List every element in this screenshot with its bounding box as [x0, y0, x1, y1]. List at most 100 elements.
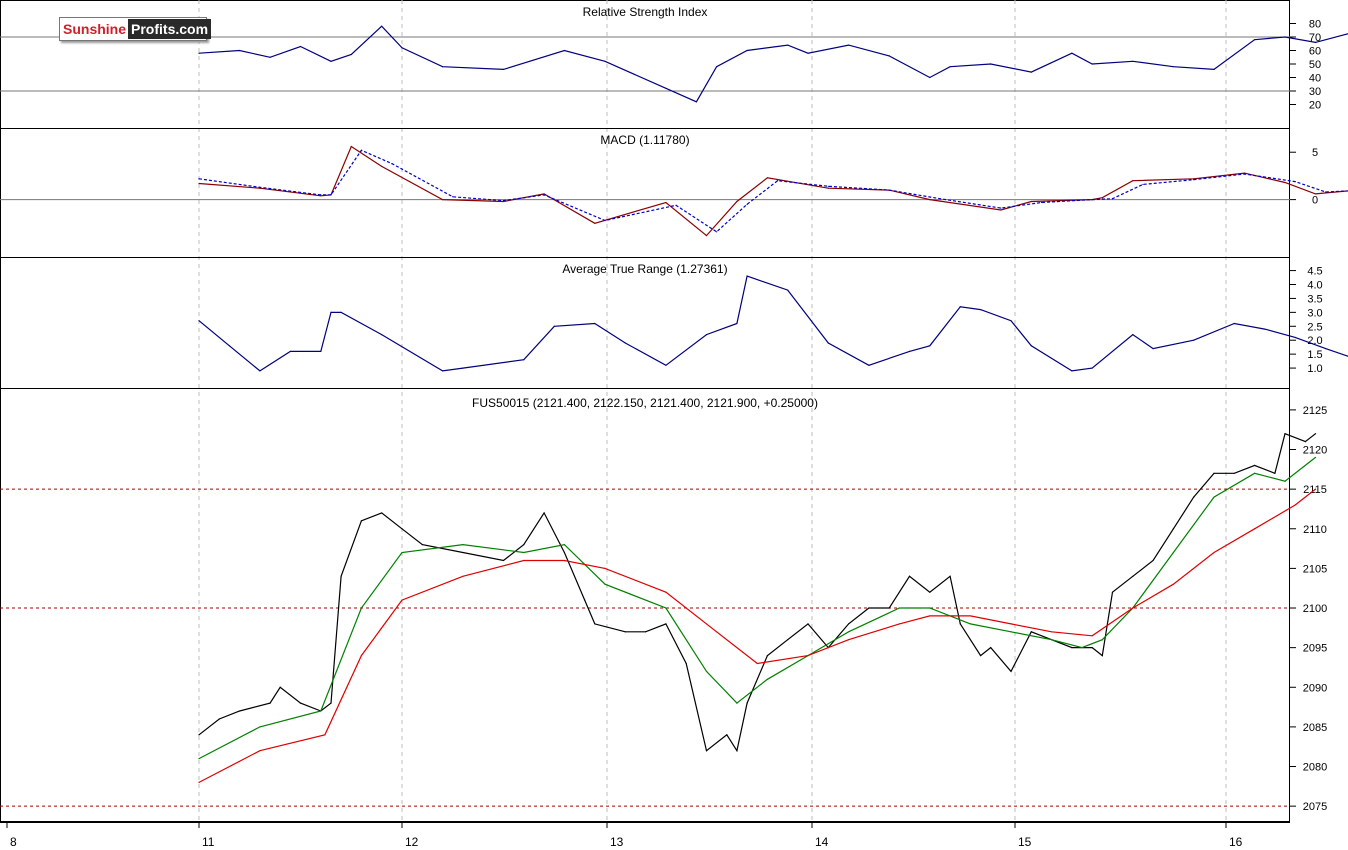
- data-point: [1213, 551, 1215, 554]
- y-tick-label: 40: [1309, 73, 1321, 85]
- data-point: [888, 55, 890, 57]
- data-point: [949, 575, 951, 577]
- data-point: [452, 196, 454, 198]
- data-point: [736, 200, 738, 203]
- data-point: [766, 678, 769, 680]
- data-point: [868, 607, 870, 609]
- data-point: [695, 101, 697, 103]
- y-tick-label: 3.5: [1307, 293, 1322, 305]
- data-point: [848, 623, 850, 625]
- data-point: [1132, 60, 1134, 62]
- data-point: [1132, 180, 1134, 182]
- data-point: [259, 750, 261, 752]
- x-tick-label: 14: [815, 835, 829, 849]
- x-tick-label: 13: [610, 835, 624, 849]
- data-point: [1000, 207, 1002, 209]
- data-point: [1091, 63, 1093, 65]
- y-tick-label: 2110: [1303, 524, 1327, 536]
- data-point: [1030, 200, 1032, 203]
- data-point: [218, 718, 220, 720]
- data-point: [330, 311, 332, 313]
- data-point: [1091, 367, 1093, 369]
- data-point: [705, 235, 708, 237]
- data-point: [421, 544, 423, 546]
- data-point: [1091, 647, 1093, 649]
- data-point: [563, 559, 566, 562]
- data-point: [1030, 71, 1032, 73]
- data-point: [1010, 670, 1012, 673]
- data-point: [604, 219, 606, 222]
- y-tick-label: 4.5: [1307, 266, 1322, 278]
- y-tick-label: 30: [1309, 86, 1321, 98]
- data-point: [320, 710, 322, 712]
- data-point: [198, 320, 200, 322]
- data-point: [787, 289, 789, 291]
- data-point: [868, 364, 870, 366]
- data-point: [502, 559, 505, 562]
- data-point: [1314, 433, 1317, 435]
- data-point: [1152, 347, 1154, 350]
- data-point: [746, 203, 748, 205]
- data-point: [1254, 528, 1256, 530]
- data-point: [462, 544, 464, 546]
- logo-text-profits: Profits.com: [128, 19, 212, 39]
- data-point: [360, 654, 362, 657]
- y-tick-label: 2105: [1303, 563, 1327, 575]
- data-point: [979, 654, 982, 657]
- data-point: [1294, 336, 1296, 339]
- data-point: [1172, 551, 1174, 554]
- y-tick-label: 2095: [1303, 643, 1327, 655]
- data-point: [1142, 183, 1144, 186]
- data-point: [1213, 472, 1215, 474]
- data-point: [1314, 488, 1317, 490]
- data-point: [330, 60, 332, 62]
- data-point: [401, 599, 403, 601]
- data-point: [584, 599, 586, 601]
- data-point: [330, 702, 332, 704]
- data-point: [1304, 440, 1306, 443]
- series-line: [198, 145, 1348, 237]
- data-point: [736, 750, 738, 752]
- sunshine-profits-logo[interactable]: Sunshine Profits.com: [59, 17, 212, 41]
- data-point: [1132, 575, 1134, 577]
- data-point: [442, 66, 444, 68]
- data-point: [299, 45, 302, 48]
- data-point: [350, 53, 352, 56]
- data-point: [340, 575, 342, 577]
- data-point: [929, 607, 931, 609]
- x-tick-label: 12: [405, 835, 419, 849]
- data-point: [736, 322, 738, 325]
- data-point: [269, 702, 271, 704]
- y-tick-label: 2075: [1303, 801, 1327, 813]
- data-point: [1264, 328, 1266, 330]
- data-point: [1243, 173, 1246, 175]
- data-point: [807, 52, 809, 54]
- data-point: [766, 654, 769, 657]
- data-point: [1111, 591, 1114, 593]
- data-point: [401, 528, 403, 530]
- data-point: [705, 750, 708, 752]
- y-tick-label: 50: [1309, 59, 1321, 71]
- x-tick-label: 15: [1018, 835, 1032, 849]
- data-point: [381, 165, 383, 168]
- data-point: [665, 364, 667, 366]
- data-point: [1010, 631, 1012, 633]
- data-point: [898, 623, 900, 625]
- chart-frame: [0, 0, 1290, 822]
- data-point: [523, 551, 525, 554]
- data-point: [1040, 201, 1043, 204]
- data-point: [401, 551, 403, 554]
- data-point: [979, 308, 982, 311]
- data-point: [1172, 528, 1174, 530]
- series-line: [198, 25, 1348, 103]
- data-point: [705, 670, 708, 673]
- data-point: [908, 575, 911, 577]
- data-point: [1233, 322, 1235, 325]
- data-point: [969, 615, 972, 617]
- y-tick-label: 2120: [1303, 445, 1327, 457]
- data-point: [665, 201, 667, 204]
- data-point: [259, 726, 261, 728]
- data-point: [1071, 52, 1073, 54]
- data-point: [320, 350, 322, 352]
- y-tick-label: 2090: [1303, 682, 1327, 694]
